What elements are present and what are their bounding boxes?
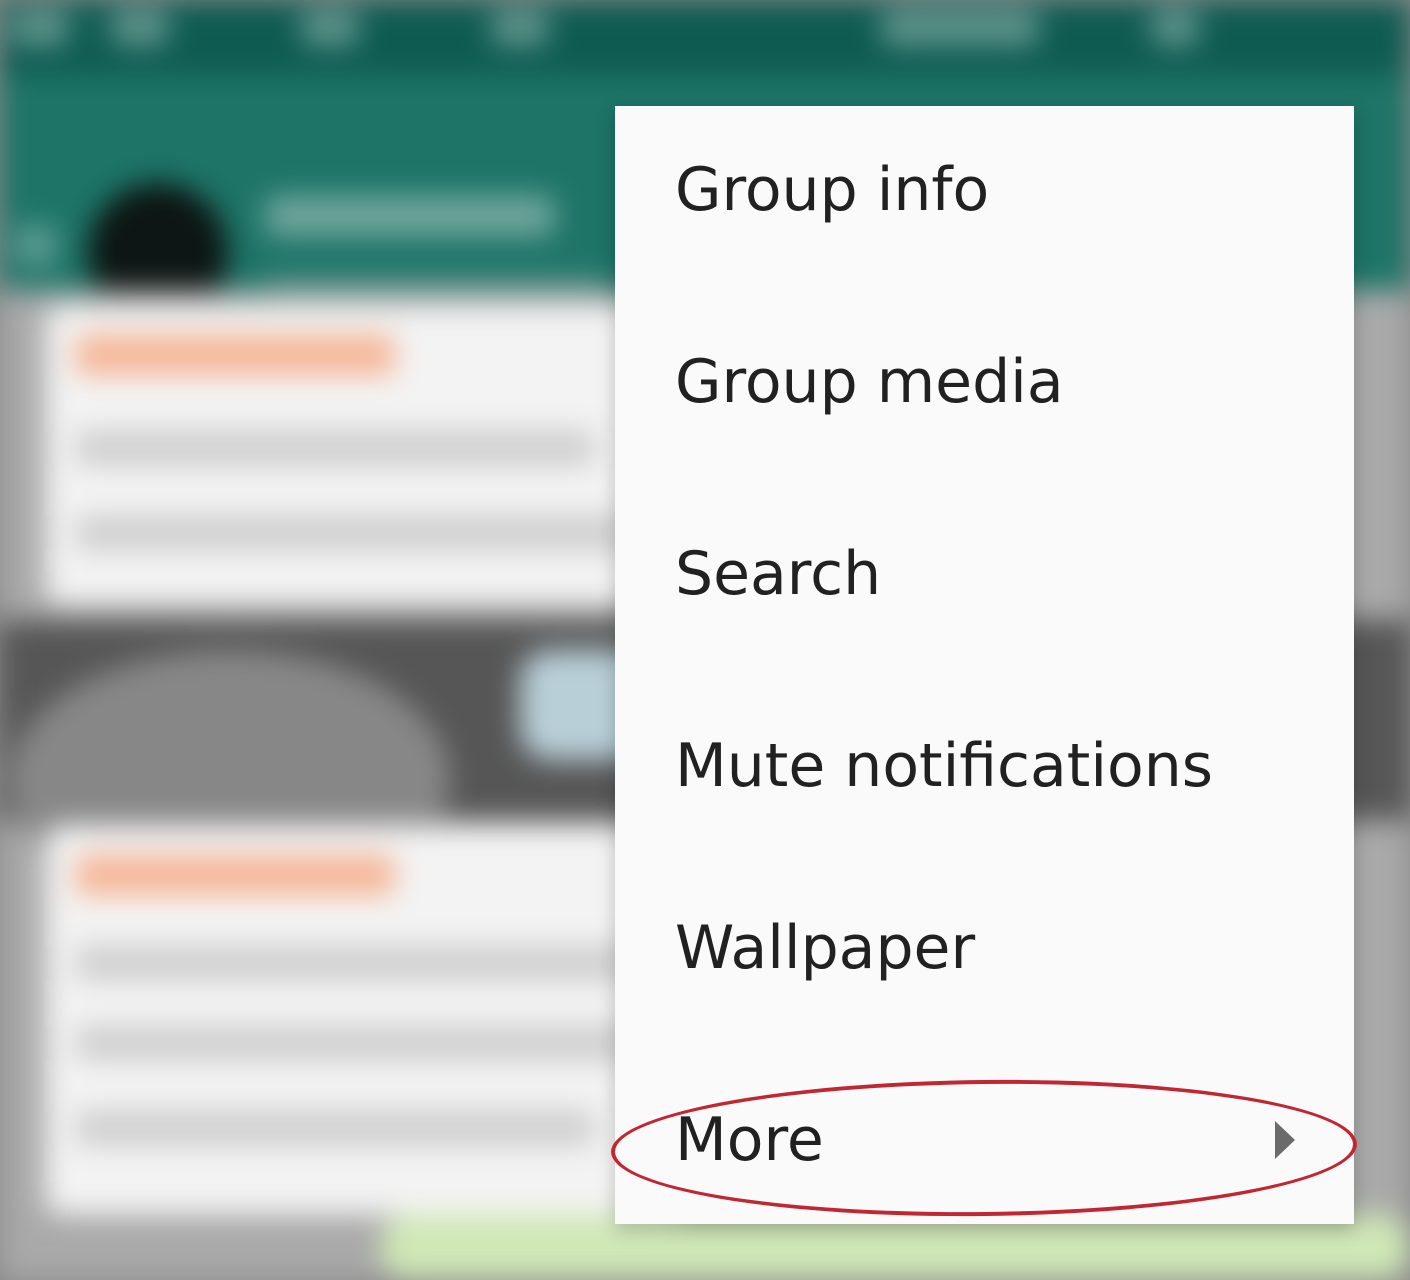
menu-item-group-info[interactable]: Group info (615, 94, 1354, 286)
menu-item-label: Mute notifications (675, 731, 1213, 801)
menu-item-label: Wallpaper (675, 913, 976, 983)
status-icon (490, 10, 550, 46)
status-bar (0, 0, 1410, 75)
menu-item-label: Search (675, 539, 882, 609)
menu-item-mute-notifications[interactable]: Mute notifications (615, 670, 1354, 862)
status-icon (10, 10, 70, 46)
message-text (75, 1110, 595, 1146)
status-icon (110, 10, 170, 46)
group-name (265, 195, 555, 237)
menu-item-label: Group info (675, 155, 990, 225)
message-text (75, 515, 635, 551)
chat-bubble (45, 825, 685, 1215)
menu-item-search[interactable]: Search (615, 478, 1354, 670)
status-icon (300, 10, 360, 46)
message-text (75, 430, 595, 466)
message-text (75, 1025, 635, 1061)
status-icon (1150, 10, 1200, 46)
menu-item-label: Group media (675, 347, 1064, 417)
chevron-right-icon (1275, 1121, 1295, 1159)
back-arrow-icon (16, 225, 56, 265)
menu-item-group-media[interactable]: Group media (615, 286, 1354, 478)
menu-item-more[interactable]: More (615, 1044, 1354, 1236)
sender-name (75, 335, 395, 375)
menu-item-label: More (675, 1105, 824, 1175)
sender-name (75, 855, 395, 895)
message-text (75, 945, 635, 981)
menu-item-wallpaper[interactable]: Wallpaper (615, 852, 1354, 1044)
chat-bubble (45, 305, 685, 605)
status-clock (880, 10, 1040, 46)
overflow-menu: Group info Group media Search Mute notif… (615, 106, 1354, 1224)
